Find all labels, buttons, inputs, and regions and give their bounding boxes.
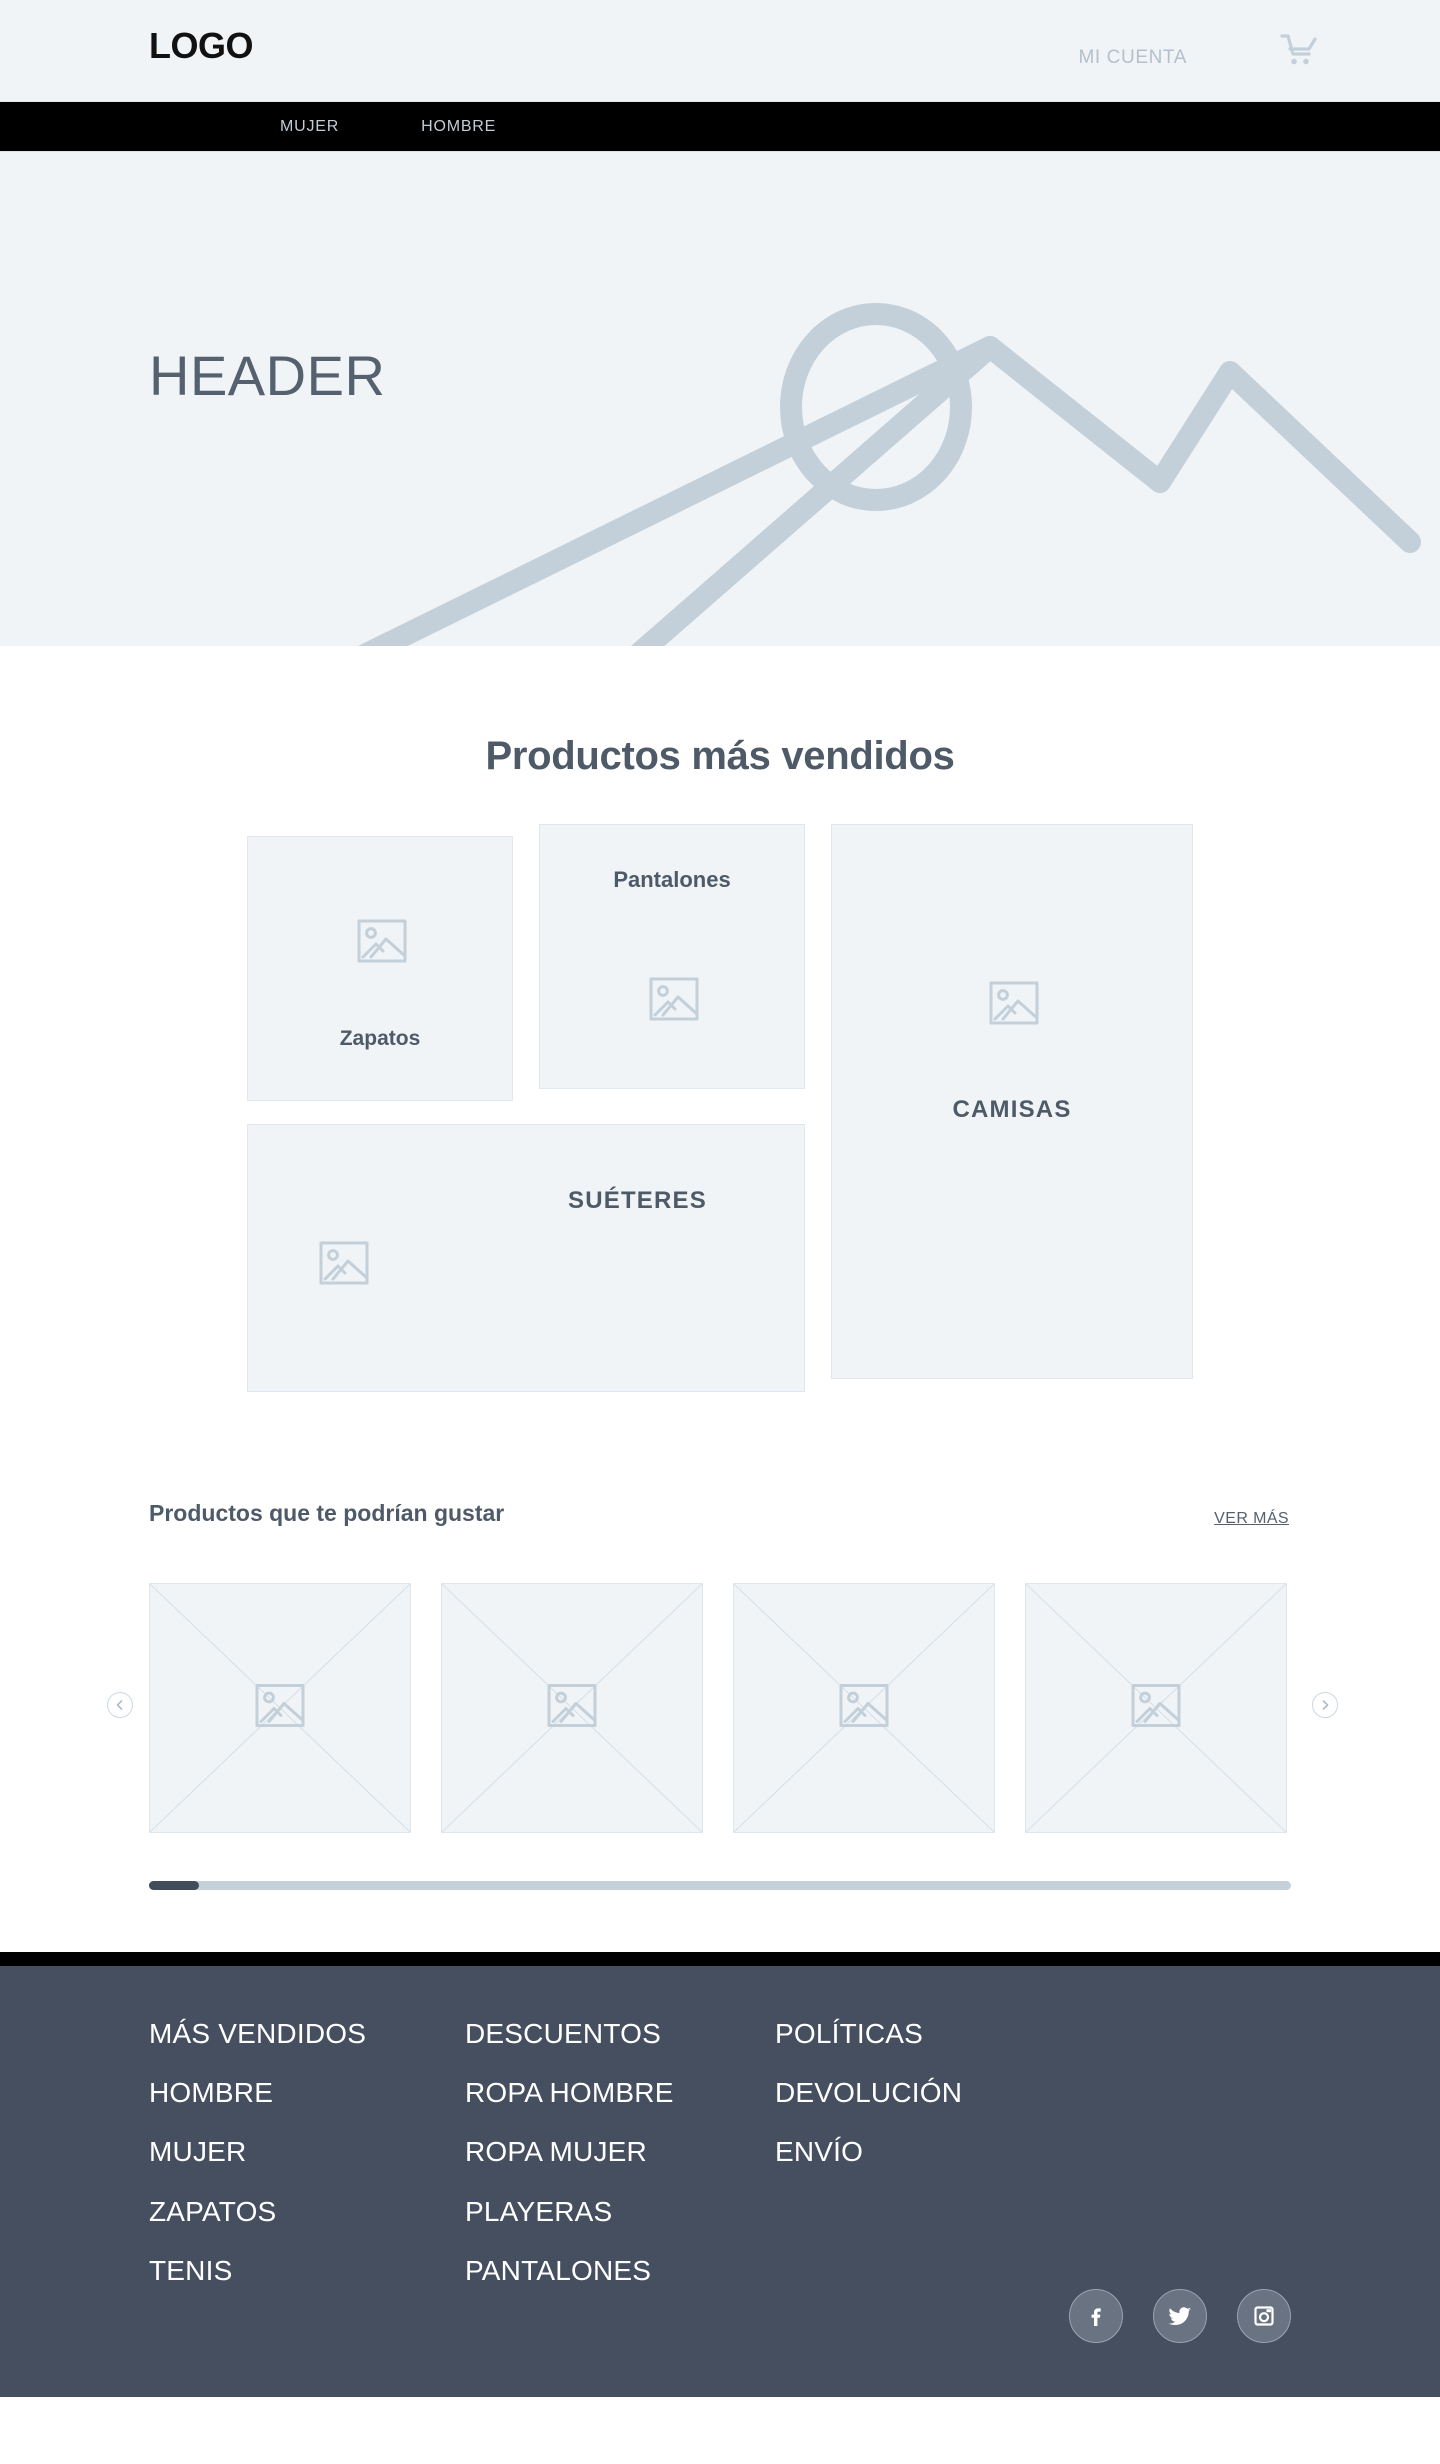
site-footer: MÁS VENDIDOS HOMBRE MUJER ZAPATOS TENIS … bbox=[0, 1966, 1440, 2397]
footer-column-3: POLÍTICAS DEVOLUCIÓN ENVÍO bbox=[775, 2018, 962, 2314]
footer-link-columns: MÁS VENDIDOS HOMBRE MUJER ZAPATOS TENIS … bbox=[149, 2018, 962, 2314]
footer-link[interactable]: ROPA HOMBRE bbox=[465, 2077, 775, 2109]
image-placeholder-icon bbox=[1130, 1680, 1182, 1737]
see-more-link[interactable]: VER MÁS bbox=[1214, 1510, 1289, 1528]
carousel-scrollbar-thumb[interactable] bbox=[149, 1881, 199, 1890]
carousel-slide[interactable] bbox=[733, 1583, 995, 1833]
hero-banner: HEADER bbox=[0, 152, 1440, 646]
my-account-link[interactable]: MI CUENTA bbox=[1079, 48, 1188, 67]
image-placeholder-icon bbox=[546, 1680, 598, 1737]
category-card-zapatos[interactable]: Zapatos bbox=[247, 836, 513, 1101]
recommended-title: Productos que te podrían gustar bbox=[149, 1500, 505, 1526]
recommended-carousel bbox=[0, 1583, 1440, 1833]
footer-link[interactable]: HOMBRE bbox=[149, 2077, 465, 2109]
image-placeholder-icon bbox=[988, 977, 1040, 1034]
footer-column-1: MÁS VENDIDOS HOMBRE MUJER ZAPATOS TENIS bbox=[149, 2018, 465, 2314]
footer-link[interactable]: ROPA MUJER bbox=[465, 2136, 775, 2168]
nav-item-hombre[interactable]: HOMBRE bbox=[421, 118, 496, 136]
image-placeholder-mountain-icon bbox=[357, 303, 1421, 646]
image-placeholder-icon bbox=[318, 1237, 370, 1294]
footer-divider bbox=[0, 1952, 1440, 1966]
category-card-sueteres[interactable]: SUÉTERES bbox=[247, 1124, 805, 1392]
category-card-pantalones[interactable]: Pantalones bbox=[539, 824, 805, 1089]
page-title: Productos más vendidos bbox=[485, 734, 955, 778]
category-label: Pantalones bbox=[613, 867, 731, 892]
image-placeholder-icon bbox=[254, 1680, 306, 1737]
nav-item-mujer[interactable]: MUJER bbox=[280, 118, 339, 136]
logo[interactable]: LOGO bbox=[149, 28, 254, 64]
footer-link[interactable]: ZAPATOS bbox=[149, 2196, 465, 2228]
recommended-header: Productos que te podrían gustar VER MÁS bbox=[0, 1500, 1440, 1540]
site-header: LOGO MI CUENTA bbox=[0, 0, 1440, 102]
carousel-scrollbar[interactable] bbox=[149, 1881, 1291, 1890]
footer-link[interactable]: DESCUENTOS bbox=[465, 2018, 775, 2050]
image-placeholder-icon bbox=[356, 915, 408, 972]
footer-link[interactable]: ENVÍO bbox=[775, 2136, 962, 2168]
image-placeholder-icon bbox=[838, 1680, 890, 1737]
instagram-icon[interactable] bbox=[1237, 2289, 1291, 2343]
footer-column-2: DESCUENTOS ROPA HOMBRE ROPA MUJER PLAYER… bbox=[465, 2018, 775, 2314]
footer-link[interactable]: DEVOLUCIÓN bbox=[775, 2077, 962, 2109]
category-card-camisas[interactable]: CAMISAS bbox=[831, 824, 1193, 1379]
social-links bbox=[1069, 2289, 1291, 2343]
chevron-right-icon[interactable] bbox=[1312, 1692, 1338, 1718]
category-label: SUÉTERES bbox=[568, 1187, 707, 1214]
footer-link[interactable]: PLAYERAS bbox=[465, 2196, 775, 2228]
image-placeholder-icon bbox=[648, 973, 700, 1030]
category-label: CAMISAS bbox=[952, 1096, 1072, 1123]
footer-link[interactable]: TENIS bbox=[149, 2255, 465, 2287]
carousel-slide[interactable] bbox=[1025, 1583, 1287, 1833]
carousel-slide[interactable] bbox=[149, 1583, 411, 1833]
shopping-cart-icon[interactable] bbox=[1276, 28, 1320, 72]
carousel-slide[interactable] bbox=[441, 1583, 703, 1833]
main-nav: MUJER HOMBRE bbox=[0, 102, 1440, 152]
facebook-icon[interactable] bbox=[1069, 2289, 1123, 2343]
category-grid: Zapatos Pantalones CAMISAS SUÉTERES bbox=[0, 824, 1440, 1394]
category-label: Zapatos bbox=[339, 1027, 421, 1050]
chevron-left-icon[interactable] bbox=[107, 1692, 133, 1718]
footer-link[interactable]: MUJER bbox=[149, 2136, 465, 2168]
footer-link[interactable]: POLÍTICAS bbox=[775, 2018, 962, 2050]
footer-link[interactable]: PANTALONES bbox=[465, 2255, 775, 2287]
twitter-icon[interactable] bbox=[1153, 2289, 1207, 2343]
footer-link[interactable]: MÁS VENDIDOS bbox=[149, 2018, 465, 2050]
